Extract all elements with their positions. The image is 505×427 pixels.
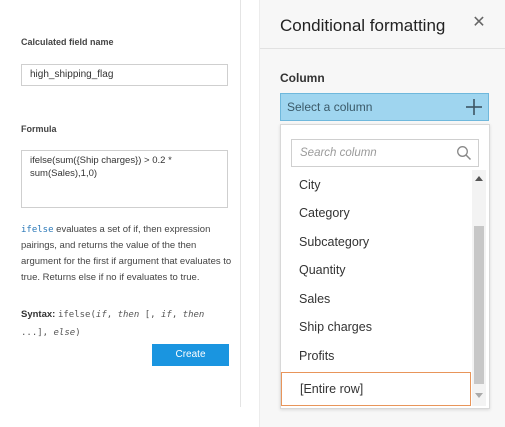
calculated-field-name-label: Calculated field name <box>21 37 114 47</box>
dropdown-item-quantity[interactable]: Quantity <box>299 263 346 277</box>
dropdown-item-city[interactable]: City <box>299 178 321 192</box>
calculated-field-name-input[interactable]: high_shipping_flag <box>21 64 228 86</box>
dropdown-item-category[interactable]: Category <box>299 206 350 220</box>
dropdown-item-profits[interactable]: Profits <box>299 349 334 363</box>
function-syntax: Syntax: ifelse(if, then [, if, then...],… <box>21 306 233 342</box>
column-label: Column <box>280 71 325 85</box>
header-divider <box>260 48 505 49</box>
function-name: ifelse <box>21 225 54 235</box>
column-select-placeholder: Select a column <box>287 100 373 114</box>
dropdown-item-subcategory[interactable]: Subcategory <box>299 235 369 249</box>
scroll-up-arrow-icon[interactable] <box>475 176 483 181</box>
function-description: ifelse evaluates a set of if, then expre… <box>21 222 233 286</box>
dropdown-item-entire-row[interactable]: [Entire row] <box>281 372 471 406</box>
create-button[interactable]: Create <box>152 344 229 366</box>
calculated-field-panel: Calculated field name high_shipping_flag… <box>5 0 241 407</box>
search-column-input[interactable] <box>292 140 442 166</box>
search-icon <box>457 146 472 161</box>
dropdown-item-ship-charges[interactable]: Ship charges <box>299 320 372 334</box>
plus-icon[interactable] <box>464 97 484 117</box>
close-icon[interactable]: ✕ <box>469 12 489 32</box>
scroll-down-arrow-icon[interactable] <box>475 393 483 398</box>
column-dropdown: City Category Subcategory Quantity Sales… <box>280 124 490 409</box>
column-select[interactable]: Select a column <box>280 93 489 121</box>
conditional-formatting-panel: Conditional formatting ✕ Column Select a… <box>259 0 505 427</box>
scrollbar-thumb[interactable] <box>474 226 484 384</box>
dropdown-item-sales[interactable]: Sales <box>299 292 330 306</box>
formula-label: Formula <box>21 124 57 134</box>
panel-title: Conditional formatting <box>280 16 446 35</box>
formula-editor[interactable]: ifelse(sum({Ship charges}) > 0.2 * sum(S… <box>21 150 228 208</box>
syntax-label: Syntax: <box>21 309 56 320</box>
search-box[interactable] <box>291 139 479 167</box>
dropdown-scrollbar[interactable] <box>472 170 486 406</box>
